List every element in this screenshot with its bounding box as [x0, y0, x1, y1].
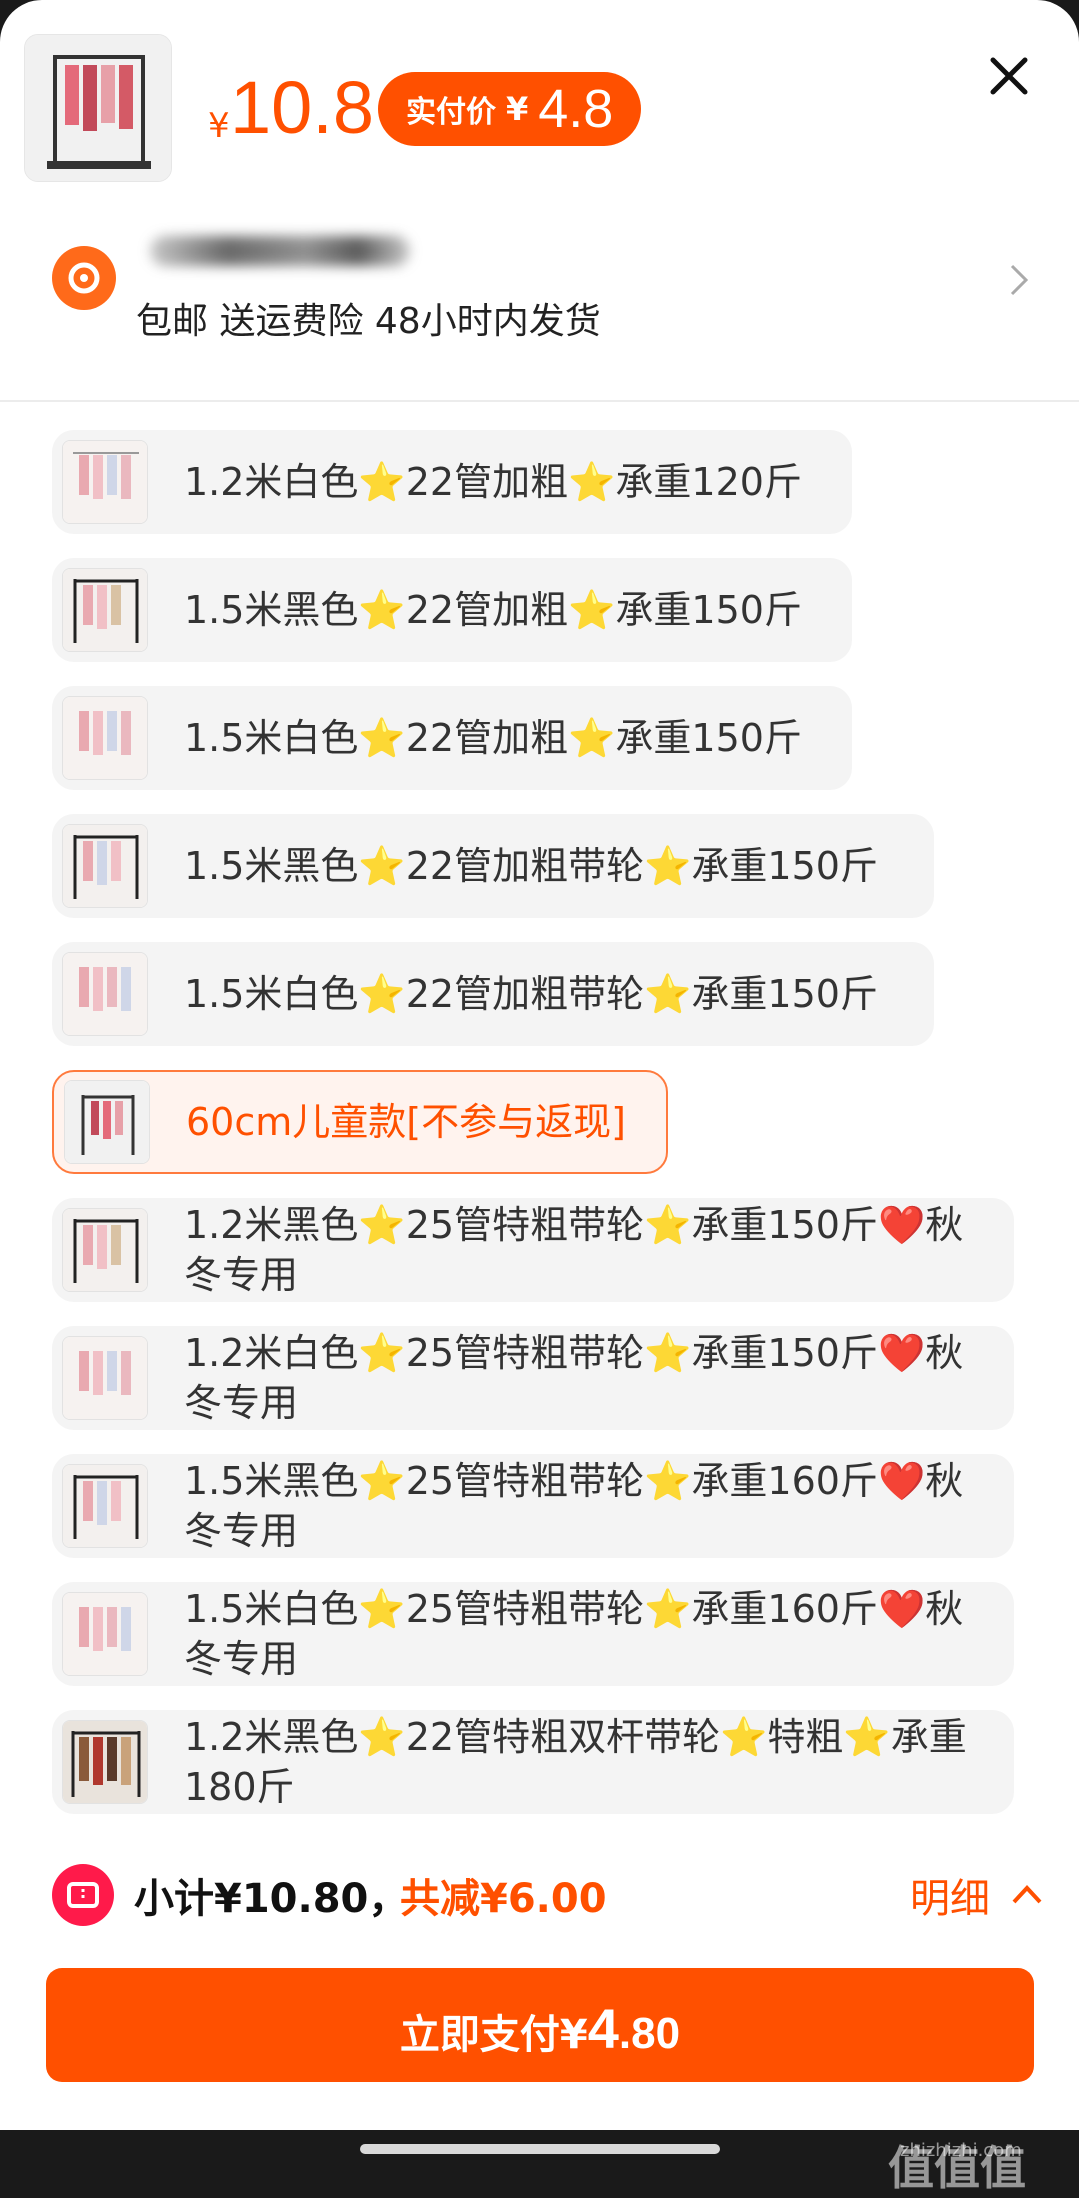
- checkout-bar: 小计¥10.80， 共减¥6.00 明细 立即支付¥ 4 .80: [0, 1824, 1079, 2130]
- coupon-icon: [52, 1864, 114, 1926]
- pay-now-amount-dec: .80: [618, 2009, 681, 2058]
- sku-option-label: 1.5米黑色⭐22管加粗⭐承重150斤: [184, 588, 802, 632]
- sku-option-thumbnail: [62, 1464, 148, 1548]
- sku-option-thumbnail: [62, 1592, 148, 1676]
- chevron-right-icon[interactable]: [1008, 262, 1032, 298]
- actual-price-badge: 实付价 ¥ 4.8: [378, 72, 642, 146]
- sku-option[interactable]: 1.5米白色⭐22管加粗⭐承重150斤: [52, 686, 852, 790]
- sku-option-thumbnail: [64, 1080, 150, 1164]
- sku-option-label: 1.2米黑色⭐25管特粗带轮⭐承重150斤❤️秋冬专用: [184, 1203, 964, 1297]
- sku-options-list: 1.2米白色⭐22管加粗⭐承重120斤 1.5米黑色⭐22管加粗⭐承重150斤 …: [0, 402, 1079, 1822]
- discount-text: 共减¥6.00: [400, 1876, 607, 1922]
- blurred-address[interactable]: [150, 236, 410, 266]
- sku-option-selected[interactable]: 60cm儿童款[不参与返现]: [52, 1070, 668, 1174]
- sku-option-thumbnail: [62, 696, 148, 780]
- home-indicator[interactable]: [360, 2144, 720, 2154]
- actual-price-value: 4.8: [538, 79, 614, 139]
- sku-option-label: 1.5米黑色⭐22管加粗带轮⭐承重150斤: [184, 844, 878, 888]
- chevron-up-icon[interactable]: [1010, 1882, 1044, 1906]
- pay-now-amount-int: 4: [587, 1997, 619, 2060]
- actual-price-label: 实付价: [406, 95, 496, 130]
- sku-option-label: 1.2米白色⭐22管加粗⭐承重120斤: [184, 460, 802, 504]
- sku-option[interactable]: 1.2米黑色⭐22管特粗双杆带轮⭐特粗⭐承重180斤: [52, 1710, 1014, 1814]
- sku-option[interactable]: 1.5米黑色⭐25管特粗带轮⭐承重160斤❤️秋冬专用: [52, 1454, 1014, 1558]
- watermark-site: zhizhizhi.com: [900, 2140, 1022, 2161]
- product-thumbnail[interactable]: [24, 34, 172, 182]
- sku-option-thumbnail: [62, 568, 148, 652]
- sku-option[interactable]: 1.2米白色⭐25管特粗带轮⭐承重150斤❤️秋冬专用: [52, 1326, 1014, 1430]
- location-pin-icon: [52, 246, 116, 310]
- sku-option[interactable]: 1.5米白色⭐25管特粗带轮⭐承重160斤❤️秋冬专用: [52, 1582, 1014, 1686]
- sku-option[interactable]: 1.2米黑色⭐25管特粗带轮⭐承重150斤❤️秋冬专用: [52, 1198, 1014, 1302]
- sku-option[interactable]: 1.5米黑色⭐22管加粗⭐承重150斤: [52, 558, 852, 662]
- sku-option[interactable]: 1.2米白色⭐22管加粗⭐承重120斤: [52, 430, 852, 534]
- sku-option-label: 1.5米白色⭐22管加粗带轮⭐承重150斤: [184, 972, 878, 1016]
- sku-option[interactable]: 1.5米黑色⭐22管加粗带轮⭐承重150斤: [52, 814, 934, 918]
- sku-option-label: 1.5米白色⭐25管特粗带轮⭐承重160斤❤️秋冬专用: [184, 1587, 964, 1681]
- sku-option-thumbnail: [62, 1336, 148, 1420]
- subtotal-text: 小计¥10.80，: [134, 1876, 409, 1922]
- pay-now-label: 立即支付¥: [399, 2012, 588, 2058]
- detail-link[interactable]: 明细: [910, 1866, 990, 1924]
- sku-option-thumbnail: [62, 440, 148, 524]
- original-price: 10.8: [230, 66, 375, 149]
- sku-option-label: 1.5米白色⭐22管加粗⭐承重150斤: [184, 716, 802, 760]
- actual-price-currency: ¥: [506, 90, 529, 128]
- sku-option-thumbnail: [62, 824, 148, 908]
- close-icon[interactable]: [985, 52, 1033, 100]
- sku-option-thumbnail: [62, 1208, 148, 1292]
- sku-selection-sheet: ¥ 10.8 实付价 ¥ 4.8 包邮 送运费险 48小时内发货 1.2米白色⭐…: [0, 0, 1079, 2130]
- shipping-info: 包邮 送运费险 48小时内发货: [136, 301, 601, 342]
- sku-option[interactable]: 1.5米白色⭐22管加粗带轮⭐承重150斤: [52, 942, 934, 1046]
- sku-option-label: 1.2米白色⭐25管特粗带轮⭐承重150斤❤️秋冬专用: [184, 1331, 964, 1425]
- sku-option-thumbnail: [62, 1720, 148, 1804]
- price-currency: ¥: [208, 106, 230, 146]
- pay-now-button[interactable]: 立即支付¥ 4 .80: [46, 1968, 1034, 2082]
- sku-option-label: 1.5米黑色⭐25管特粗带轮⭐承重160斤❤️秋冬专用: [184, 1459, 964, 1553]
- sku-option-label: 60cm儿童款[不参与返现]: [186, 1100, 626, 1144]
- sku-option-label: 1.2米黑色⭐22管特粗双杆带轮⭐特粗⭐承重180斤: [184, 1715, 967, 1809]
- sku-option-thumbnail: [62, 952, 148, 1036]
